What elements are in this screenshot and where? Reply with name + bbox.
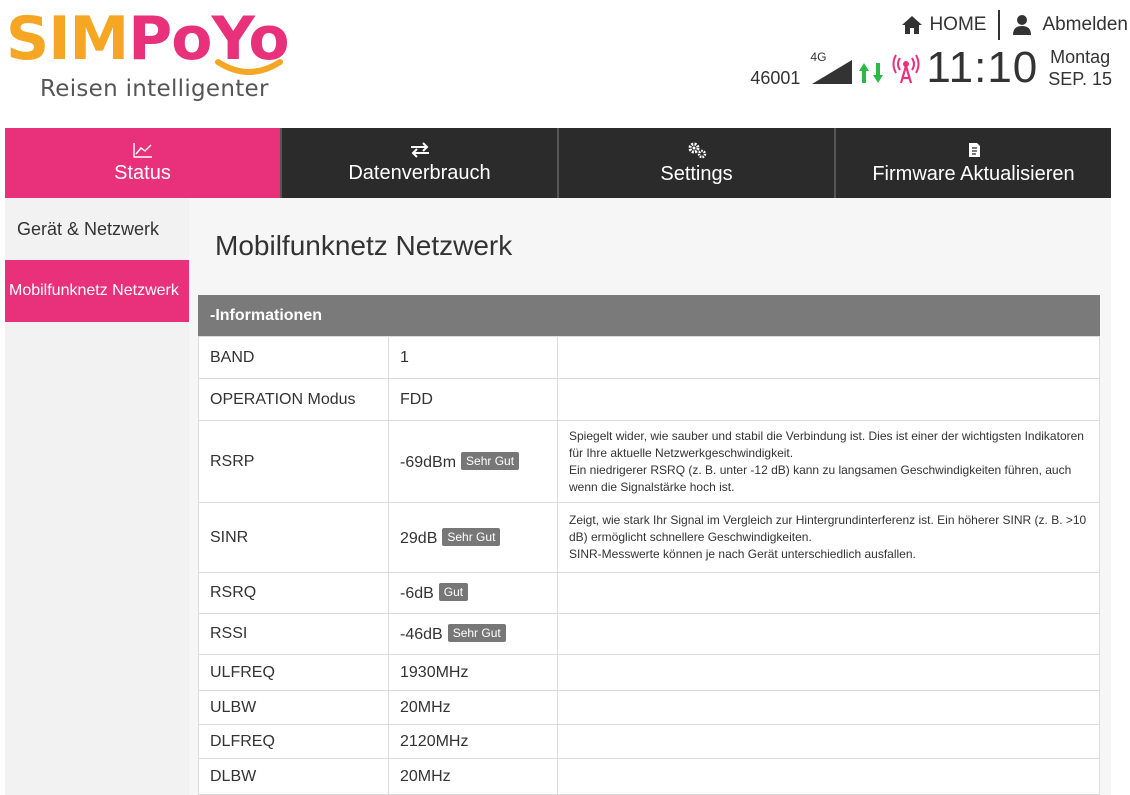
sidebar: Gerät & Netzwerk Mobilfunknetz Netzwerk bbox=[5, 198, 189, 795]
sidebar-item-mobile-network[interactable]: Mobilfunknetz Netzwerk bbox=[5, 260, 189, 322]
info-panel: -Informationen BAND 1 OPERATION Modus FD… bbox=[198, 295, 1100, 795]
tab-data-usage[interactable]: Datenverbrauch bbox=[280, 128, 557, 198]
row-description: Zeigt, wie stark Ihr Signal im Vergleich… bbox=[557, 502, 1100, 573]
row-name: ULFREQ bbox=[198, 654, 389, 691]
tab-status[interactable]: Status bbox=[5, 128, 280, 198]
description-line: Ein niedrigerer RSRQ (z. B. unter -12 dB… bbox=[569, 462, 1072, 494]
row-description: Spiegelt wider, wie sauber und stabil di… bbox=[557, 420, 1100, 503]
row-description bbox=[557, 572, 1100, 614]
table-row: DLFREQ 2120MHz bbox=[198, 724, 1100, 759]
row-value: 2120MHz bbox=[388, 724, 558, 759]
row-value: 20MHz bbox=[388, 690, 558, 725]
row-description bbox=[557, 613, 1100, 655]
row-description bbox=[557, 378, 1100, 421]
page-title: Mobilfunknetz Netzwerk bbox=[215, 230, 513, 261]
brand-logo: SIMPoYo Reisen intelligenter bbox=[6, 4, 346, 104]
row-value-text: 2120MHz bbox=[400, 732, 469, 750]
user-icon bbox=[1013, 15, 1032, 35]
row-value: -69dBm Sehr Gut bbox=[388, 420, 558, 503]
row-name: OPERATION Modus bbox=[198, 378, 389, 421]
row-value-text: 1 bbox=[400, 348, 409, 366]
row-name: ULBW bbox=[198, 690, 389, 725]
row-name: DLFREQ bbox=[198, 724, 389, 759]
sidebar-item-device-network[interactable]: Gerät & Netzwerk bbox=[5, 198, 189, 260]
row-description bbox=[557, 758, 1100, 795]
weekday: Montag bbox=[1050, 47, 1111, 67]
description-line: SINR-Messwerte können je nach Gerät unte… bbox=[569, 547, 916, 561]
home-link[interactable]: HOME bbox=[901, 14, 986, 36]
row-value-text: -46dB bbox=[400, 626, 443, 643]
row-value: 29dB Sehr Gut bbox=[388, 502, 558, 573]
signal-indicator: 4G bbox=[810, 50, 854, 86]
gears-icon bbox=[688, 142, 706, 158]
logout-label: Abmelden bbox=[1042, 14, 1128, 35]
date-block: Montag SEP. 15 bbox=[1048, 47, 1112, 89]
info-section-header: -Informationen bbox=[198, 295, 1100, 336]
clock-time: 11:10 bbox=[926, 43, 1039, 92]
tab-firmware-update[interactable]: Firmware Aktualisieren bbox=[834, 128, 1111, 198]
description-line: Spiegelt wider, wie sauber und stabil di… bbox=[569, 428, 1084, 460]
main-nav: Status Datenverbrauch Settings Firmware … bbox=[5, 128, 1111, 198]
signal-strength-icon bbox=[812, 60, 853, 84]
quality-badge: Sehr Gut bbox=[461, 451, 520, 470]
info-table: BAND 1 OPERATION Modus FDD RSRP -69dBm Se… bbox=[198, 336, 1100, 795]
row-value-text: 29dB bbox=[400, 529, 438, 547]
row-name: RSRQ bbox=[198, 572, 389, 614]
table-row: ULBW 20MHz bbox=[198, 690, 1100, 725]
row-value-text: 20MHz bbox=[400, 698, 451, 716]
row-name: RSRP bbox=[198, 420, 389, 503]
table-row: RSSI -46dB Sehr Gut bbox=[198, 613, 1100, 655]
table-row: ULFREQ 1930MHz bbox=[198, 654, 1100, 691]
table-row: RSRP -69dBm Sehr Gut Spiegelt wider, wie … bbox=[198, 420, 1100, 503]
row-description bbox=[557, 654, 1100, 691]
quality-badge: Sehr Gut bbox=[447, 624, 506, 642]
tab-settings[interactable]: Settings bbox=[557, 128, 834, 198]
tab-firmware-update-label: Firmware Aktualisieren bbox=[872, 162, 1075, 185]
chart-line-icon bbox=[132, 142, 152, 158]
table-row: BAND 1 bbox=[198, 336, 1100, 379]
home-icon bbox=[902, 16, 923, 34]
logout-link[interactable]: Abmelden bbox=[1012, 14, 1128, 36]
table-row: SINR 29dB Sehr Gut Zeigt, wie stark Ihr S… bbox=[198, 502, 1100, 573]
row-value: FDD bbox=[388, 378, 558, 421]
quality-badge: Sehr Gut bbox=[442, 527, 501, 546]
row-value: 1930MHz bbox=[388, 654, 558, 691]
row-value: 20MHz bbox=[388, 758, 558, 795]
row-description bbox=[557, 336, 1100, 379]
data-transfer-icon bbox=[858, 62, 884, 84]
antenna-icon bbox=[892, 54, 920, 84]
row-description bbox=[557, 724, 1100, 759]
row-value-text: -6dB bbox=[400, 585, 434, 602]
tab-settings-label: Settings bbox=[660, 162, 733, 185]
row-value-text: 20MHz bbox=[400, 767, 451, 785]
row-value-text: FDD bbox=[400, 390, 433, 408]
row-name: SINR bbox=[198, 502, 389, 573]
table-row: DLBW 20MHz bbox=[198, 758, 1100, 795]
device-status-bar: 46001 4G 11:10 Montag SEP. 15 bbox=[750, 43, 1112, 92]
logo-text-sim: SIM bbox=[6, 4, 129, 74]
table-row: OPERATION Modus FDD bbox=[198, 378, 1100, 421]
toplinks-divider bbox=[998, 10, 1001, 40]
logo-tagline: Reisen intelligenter bbox=[40, 76, 269, 102]
row-description bbox=[557, 690, 1100, 725]
firmware-icon bbox=[968, 142, 980, 157]
tab-data-usage-label: Datenverbrauch bbox=[348, 161, 491, 184]
row-name: BAND bbox=[198, 336, 389, 379]
row-value: -46dB Sehr Gut bbox=[388, 613, 558, 655]
carrier-code: 46001 bbox=[750, 67, 801, 88]
row-value-text: -69dBm bbox=[400, 453, 457, 471]
home-label: HOME bbox=[929, 14, 987, 35]
row-value: -6dB Gut bbox=[388, 572, 558, 614]
date: SEP. 15 bbox=[1048, 69, 1112, 89]
top-links: HOME Abmelden bbox=[901, 10, 1128, 40]
quality-badge: Gut bbox=[438, 583, 469, 601]
row-name: RSSI bbox=[198, 613, 389, 655]
row-value-text: 1930MHz bbox=[400, 663, 469, 681]
tab-status-label: Status bbox=[114, 161, 171, 184]
transfer-arrows-icon bbox=[410, 141, 429, 158]
row-name: DLBW bbox=[198, 758, 389, 795]
description-line: Zeigt, wie stark Ihr Signal im Vergleich… bbox=[569, 513, 1087, 544]
row-value: 1 bbox=[388, 336, 558, 379]
table-row: RSRQ -6dB Gut bbox=[198, 572, 1100, 614]
